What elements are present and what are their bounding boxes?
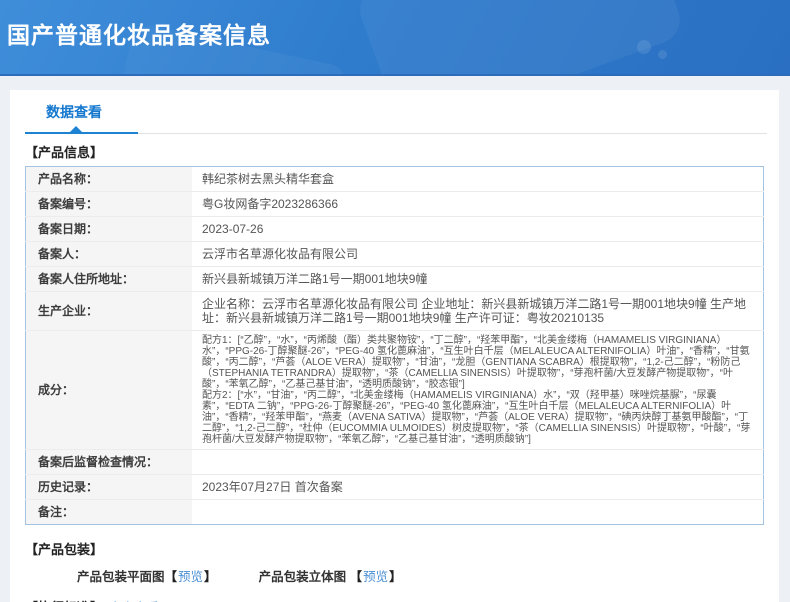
row-value: 粤G妆网备字2023286366 [192, 192, 764, 217]
row-value-ingredients: 配方1：[“乙醇”，“水”，“丙烯酸（酯）类共聚物铵”，“丁二醇”，“羟苯甲酯”… [192, 331, 764, 450]
row-value: 企业名称：云浮市名草源化妆品有限公司 企业地址：新兴县新城镇万洋二路1号一期00… [192, 292, 764, 331]
bracket: 【 [165, 570, 178, 584]
page-header: 国产普通化妆品备案信息 [0, 0, 790, 76]
packaging-flat-preview-link[interactable]: 预览 [178, 570, 203, 584]
section-heading-packaging: 【产品包装】 [25, 539, 779, 558]
row-label: 备案人住所地址： [26, 267, 193, 292]
row-label: 历史记录： [26, 475, 193, 500]
content-panel: 数据查看 【产品信息】 产品名称： 韩纪茶树去黑头精华套盒 备案编号： 粤G妆网… [10, 90, 779, 602]
ingredients-formula-2: 配方2：[“水”，“甘油”，“丙二醇”，“北美金缕梅（HAMAMELIS VIR… [202, 390, 753, 445]
row-label: 成分： [26, 331, 193, 450]
table-row-filer-address: 备案人住所地址： 新兴县新城镇万洋二路1号一期001地块9幢 [26, 267, 764, 292]
row-value: 新兴县新城镇万洋二路1号一期001地块9幢 [192, 267, 764, 292]
execution-standard-line: 【执行标准】点击查看 [25, 597, 779, 602]
row-value: 2023年07月27日 首次备案 [192, 475, 764, 500]
tab-bar: 数据查看 [10, 90, 779, 134]
table-row-filing-number: 备案编号： 粤G妆网备字2023286366 [26, 192, 764, 217]
bracket: 】 [204, 570, 217, 584]
header-decoration [353, 0, 686, 76]
row-label: 备案编号： [26, 192, 193, 217]
row-label: 备注： [26, 500, 193, 525]
row-value [192, 450, 764, 475]
page-title: 国产普通化妆品备案信息 [7, 16, 271, 50]
packaging-stereo-group: 产品包装立体图 【预览】 [259, 570, 402, 584]
row-label: 备案日期： [26, 217, 193, 242]
row-value [192, 500, 764, 525]
packaging-preview-line: 产品包装平面图【预览】产品包装立体图 【预览】 [77, 566, 779, 585]
page: 国产普通化妆品备案信息 数据查看 【产品信息】 产品名称： 韩纪茶树去黑头精华套… [0, 0, 790, 602]
table-row-history: 历史记录： 2023年07月27日 首次备案 [26, 475, 764, 500]
table-row-supervision-check: 备案后监督检查情况： [26, 450, 764, 475]
row-value: 2023-07-26 [192, 217, 764, 242]
table-row-product-name: 产品名称： 韩纪茶树去黑头精华套盒 [26, 167, 764, 192]
table-row-filing-date: 备案日期： 2023-07-26 [26, 217, 764, 242]
table-row-filer: 备案人： 云浮市名草源化妆品有限公司 [26, 242, 764, 267]
packaging-stereo-preview-link[interactable]: 预览 [363, 570, 388, 584]
bracket: 】 [389, 570, 402, 584]
row-label: 备案人： [26, 242, 193, 267]
table-row-manufacturer: 生产企业： 企业名称：云浮市名草源化妆品有限公司 企业地址：新兴县新城镇万洋二路… [26, 292, 764, 331]
row-value: 韩纪茶树去黑头精华套盒 [192, 167, 764, 192]
section-heading-product-info: 【产品信息】 [25, 142, 779, 161]
header-decoration-dot [658, 50, 667, 59]
ingredients-formula-1: 配方1：[“乙醇”，“水”，“丙烯酸（酯）类共聚物铵”，“丁二醇”，“羟苯甲酯”… [202, 335, 753, 390]
product-info-table: 产品名称： 韩纪茶树去黑头精华套盒 备案编号： 粤G妆网备字2023286366… [25, 166, 764, 525]
table-row-remarks: 备注： [26, 500, 764, 525]
tab-data-view[interactable]: 数据查看 [46, 102, 102, 122]
bracket: 【 [350, 570, 363, 584]
header-decoration-dot [637, 40, 651, 54]
row-value: 云浮市名草源化妆品有限公司 [192, 242, 764, 267]
row-label: 生产企业： [26, 292, 193, 331]
row-label: 备案后监督检查情况： [26, 450, 193, 475]
row-label: 产品名称： [26, 167, 193, 192]
tab-active-underline [25, 132, 138, 134]
packaging-stereo-label: 产品包装立体图 [259, 570, 350, 584]
table-row-ingredients: 成分： 配方1：[“乙醇”，“水”，“丙烯酸（酯）类共聚物铵”，“丁二醇”，“羟… [26, 331, 764, 450]
tab-bar-divider [138, 133, 767, 134]
packaging-flat-label: 产品包装平面图 [77, 570, 165, 584]
tab-active-arrow-icon [70, 126, 82, 132]
